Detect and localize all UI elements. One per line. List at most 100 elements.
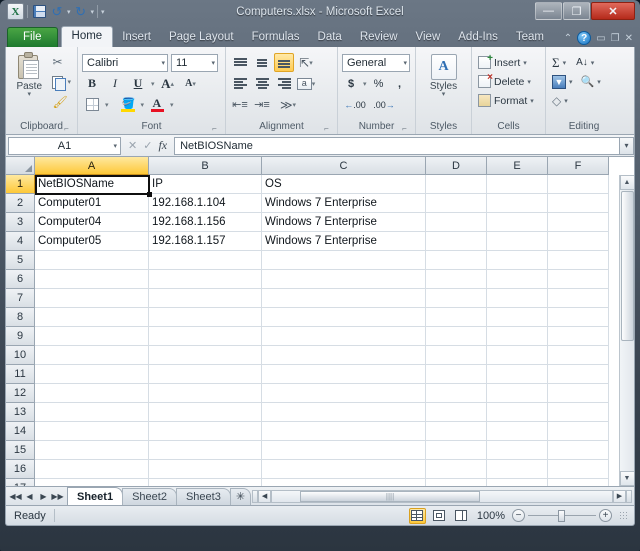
cell-B16[interactable] — [149, 460, 262, 479]
sheet-nav-first[interactable]: ◀◀ — [9, 489, 22, 503]
cell-D9[interactable] — [426, 327, 487, 346]
cell-E17[interactable] — [487, 479, 548, 486]
cell-D4[interactable] — [426, 232, 487, 251]
column-header-e[interactable]: E — [487, 157, 548, 175]
number-dialog-launcher[interactable]: ⌐ — [400, 124, 409, 133]
cell-E5[interactable] — [487, 251, 548, 270]
format-cells-button[interactable]: Format ▾ — [476, 91, 534, 110]
cell-C14[interactable] — [262, 422, 426, 441]
cell-A17[interactable] — [35, 479, 149, 486]
horizontal-scroll-thumb[interactable]: |||| — [300, 490, 481, 502]
cell-D13[interactable] — [426, 403, 487, 422]
cell-E11[interactable] — [487, 365, 548, 384]
cell-E7[interactable] — [487, 289, 548, 308]
column-header-b[interactable]: B — [149, 157, 262, 175]
cell-D7[interactable] — [426, 289, 487, 308]
sheet-nav-next[interactable]: ▶ — [37, 489, 50, 503]
cell-B4[interactable]: 192.168.1.157 — [149, 232, 262, 251]
scroll-up-button[interactable]: ▲ — [619, 175, 634, 190]
help-icon[interactable]: ? — [577, 31, 592, 45]
insert-dropdown-arrow[interactable]: ▾ — [523, 59, 527, 67]
horizontal-scroll-track[interactable]: |||| — [271, 489, 613, 503]
insert-cells-button[interactable]: Insert ▾ — [476, 53, 527, 72]
cell-A11[interactable] — [35, 365, 149, 384]
cell-A1[interactable]: NetBIOSName — [35, 175, 149, 194]
cell-A13[interactable] — [35, 403, 149, 422]
tab-view[interactable]: View — [407, 28, 450, 47]
cell-B3[interactable]: 192.168.1.156 — [149, 213, 262, 232]
italic-button[interactable]: I — [105, 74, 125, 93]
scroll-right-button[interactable]: ▶ — [613, 489, 626, 503]
cell-D8[interactable] — [426, 308, 487, 327]
cell-D6[interactable] — [426, 270, 487, 289]
column-header-d[interactable]: D — [426, 157, 487, 175]
horizontal-scrollbar[interactable]: ◀ |||| ▶ — [250, 489, 634, 503]
row-header-5[interactable]: 5 — [6, 251, 35, 270]
cell-D15[interactable] — [426, 441, 487, 460]
cell-F13[interactable] — [548, 403, 609, 422]
row-header-7[interactable]: 7 — [6, 289, 35, 308]
column-header-a[interactable]: A — [35, 157, 149, 175]
cell-E2[interactable] — [487, 194, 548, 213]
row-header-16[interactable]: 16 — [6, 460, 35, 479]
borders-button[interactable] — [82, 95, 102, 114]
cell-F2[interactable] — [548, 194, 609, 213]
styles-button[interactable]: A Styles ▾ — [421, 50, 467, 98]
column-header-c[interactable]: C — [262, 157, 426, 175]
cell-E12[interactable] — [487, 384, 548, 403]
cell-D5[interactable] — [426, 251, 487, 270]
borders-dropdown-arrow[interactable]: ▾ — [105, 101, 109, 109]
expand-formula-bar-button[interactable]: ▾ — [620, 136, 634, 155]
cell-C8[interactable] — [262, 308, 426, 327]
normal-view-button[interactable] — [408, 507, 426, 524]
cell-F14[interactable] — [548, 422, 609, 441]
cell-D12[interactable] — [426, 384, 487, 403]
tab-formulas[interactable]: Formulas — [243, 28, 309, 47]
align-bottom-button[interactable] — [274, 53, 294, 72]
cell-A16[interactable] — [35, 460, 149, 479]
zoom-level-label[interactable]: 100% — [475, 510, 507, 522]
autosum-dropdown-arrow[interactable]: ▾ — [563, 59, 567, 67]
row-header-12[interactable]: 12 — [6, 384, 35, 403]
formula-input[interactable]: NetBIOSName — [174, 136, 620, 155]
close-button[interactable]: ✕ — [591, 2, 635, 20]
comma-button[interactable]: , — [391, 74, 409, 93]
font-name-arrow[interactable]: ▾ — [158, 59, 165, 67]
column-header-f[interactable]: F — [548, 157, 609, 175]
delete-cells-button[interactable]: Delete ▾ — [476, 72, 531, 91]
cell-F17[interactable] — [548, 479, 609, 486]
row-header-13[interactable]: 13 — [6, 403, 35, 422]
alignment-dialog-launcher[interactable]: ⌐ — [322, 124, 331, 133]
cell-C6[interactable] — [262, 270, 426, 289]
zoom-slider-track[interactable] — [528, 509, 596, 522]
copy-button[interactable]: ▾ — [50, 73, 73, 91]
workbook-close-icon[interactable]: ✕ — [625, 33, 633, 44]
cell-F9[interactable] — [548, 327, 609, 346]
cut-button[interactable]: ✂ — [50, 53, 73, 71]
cell-A8[interactable] — [35, 308, 149, 327]
wrap-text-button[interactable]: ≫ ▾ — [278, 95, 298, 114]
cell-B9[interactable] — [149, 327, 262, 346]
tab-data[interactable]: Data — [309, 28, 351, 47]
cell-D10[interactable] — [426, 346, 487, 365]
vertical-scrollbar[interactable]: ▲ ▼ — [619, 175, 634, 486]
cell-C1[interactable]: OS — [262, 175, 426, 194]
align-middle-button[interactable] — [252, 53, 272, 72]
align-right-button[interactable] — [274, 74, 294, 93]
cell-C10[interactable] — [262, 346, 426, 365]
cancel-formula-icon[interactable]: ✕ — [128, 139, 137, 152]
cell-B14[interactable] — [149, 422, 262, 441]
find-select-icon[interactable]: 🔍 — [581, 75, 595, 88]
zoom-slider-thumb[interactable] — [558, 509, 565, 522]
sheet-tab-sheet1[interactable]: Sheet1 — [67, 487, 124, 505]
scroll-left-button[interactable]: ◀ — [258, 489, 272, 503]
name-box[interactable]: A1 ▾ — [8, 136, 121, 155]
tab-review[interactable]: Review — [351, 28, 407, 47]
row-header-17[interactable]: 17 — [6, 479, 35, 486]
fill-icon[interactable]: ▼ — [552, 74, 566, 89]
cell-C2[interactable]: Windows 7 Enterprise — [262, 194, 426, 213]
cell-B10[interactable] — [149, 346, 262, 365]
font-size-arrow[interactable]: ▾ — [208, 59, 215, 67]
row-header-1[interactable]: 1 — [6, 175, 35, 194]
sheet-nav-prev[interactable]: ◀ — [23, 489, 36, 503]
